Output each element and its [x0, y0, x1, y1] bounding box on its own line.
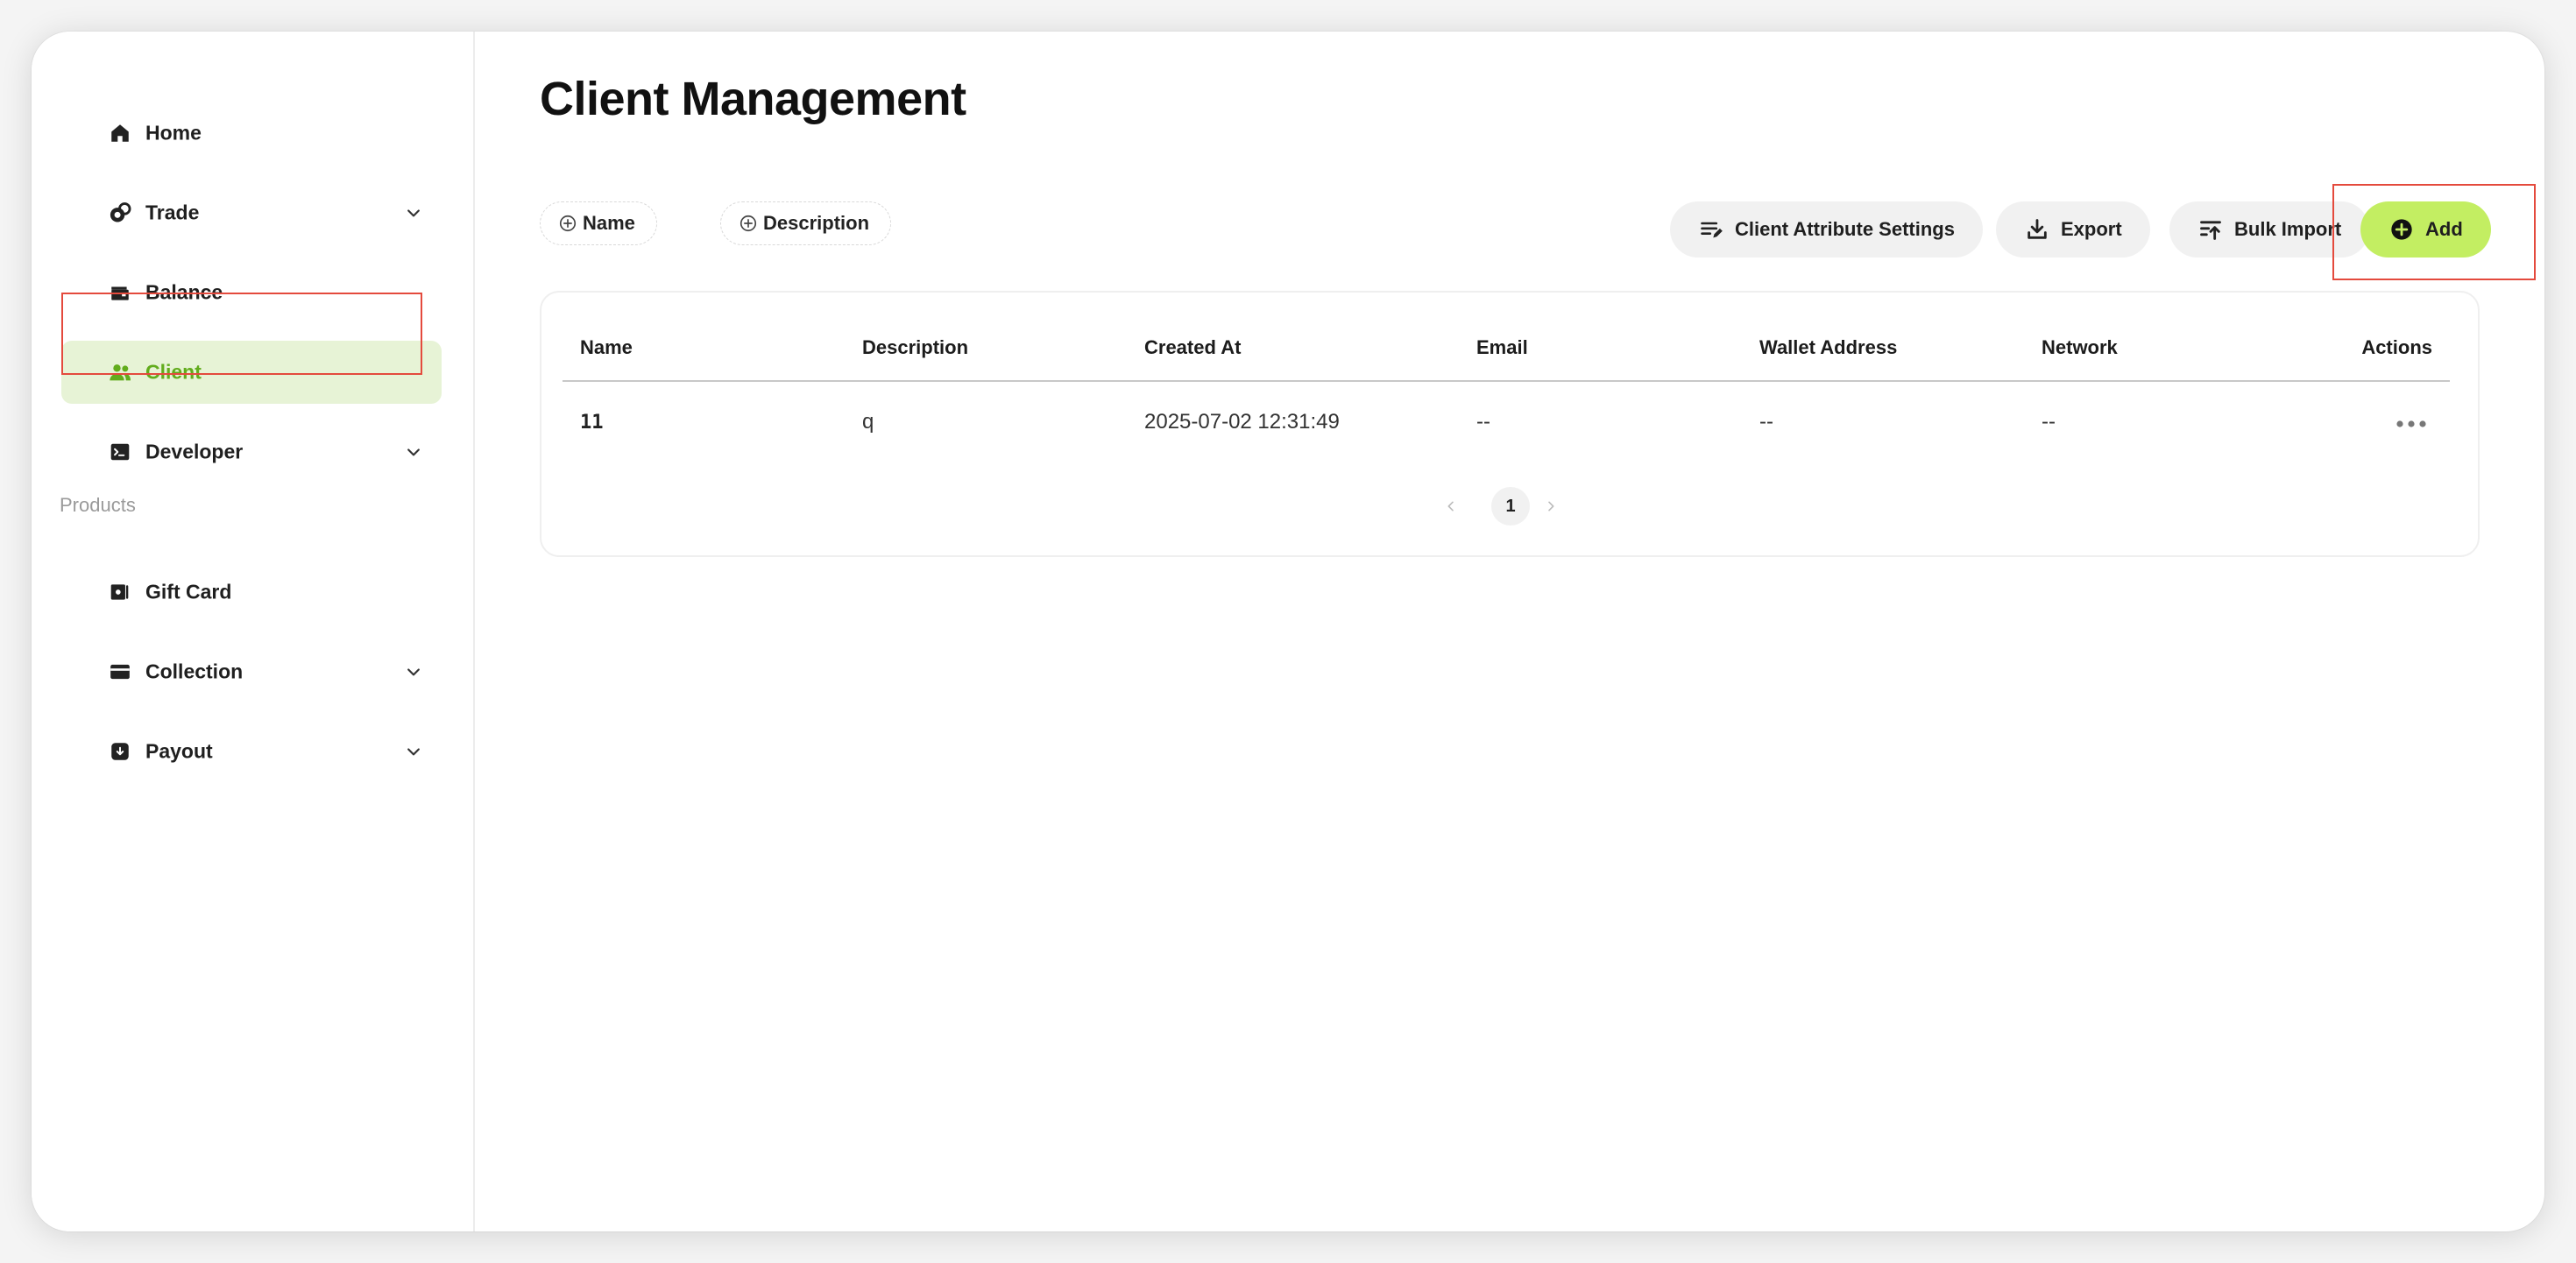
cell-wallet-address: -- — [1759, 410, 1773, 434]
chevron-down-icon — [401, 739, 426, 764]
sidebar-item-balance[interactable]: Balance — [61, 261, 442, 324]
chevron-left-icon[interactable] — [1440, 496, 1461, 517]
export-button[interactable]: Export — [1996, 201, 2150, 258]
plus-circle-icon — [558, 214, 577, 233]
name-filter-chip[interactable]: Name — [540, 201, 657, 245]
plus-circle-icon — [739, 214, 758, 233]
list-edit-icon — [1698, 216, 1724, 243]
column-header-email: Email — [1476, 336, 1528, 358]
table-header: Name Description Created At Email Wallet… — [563, 328, 2450, 382]
sidebar-item-home[interactable]: Home — [61, 102, 442, 165]
cell-description: q — [862, 410, 874, 434]
add-label: Add — [2425, 218, 2463, 240]
app-window: Home Trade Balance Client Developer Prod… — [32, 32, 2544, 1231]
sidebar-item-trade[interactable]: Trade — [61, 181, 442, 244]
sidebar-item-label: Balance — [145, 280, 223, 304]
upload-list-icon — [2197, 216, 2224, 243]
cell-created-at: 2025-07-02 12:31:49 — [1144, 410, 1340, 434]
cell-email: -- — [1476, 410, 1490, 434]
column-header-actions: Actions — [2361, 336, 2432, 358]
cell-network: -- — [2042, 410, 2056, 434]
plus-circle-filled-icon — [2388, 216, 2415, 243]
wallet-icon — [107, 279, 133, 306]
sidebar-item-payout[interactable]: Payout — [61, 720, 442, 783]
sidebar-item-label: Trade — [145, 201, 200, 224]
sidebar-item-label: Gift Card — [145, 580, 232, 603]
name-filter-label: Name — [583, 212, 635, 234]
cell-name: 11 — [580, 412, 604, 434]
client-attribute-settings-label: Client Attribute Settings — [1735, 218, 1955, 240]
sidebar-item-label: Developer — [145, 440, 244, 463]
description-filter-label: Description — [763, 212, 870, 234]
chevron-down-icon — [401, 201, 426, 225]
download-icon — [2024, 216, 2050, 243]
bulk-import-button[interactable]: Bulk Import — [2169, 201, 2370, 258]
column-header-wallet-address: Wallet Address — [1759, 336, 1898, 358]
description-filter-chip[interactable]: Description — [720, 201, 892, 245]
sidebar: Home Trade Balance Client Developer Prod… — [32, 32, 475, 1231]
sidebar-item-label: Client — [145, 360, 202, 384]
more-actions-icon[interactable] — [2392, 413, 2431, 434]
table-row[interactable]: 11 q 2025-07-02 12:31:49 -- -- -- — [563, 384, 2450, 464]
page-title: Client Management — [540, 73, 966, 125]
column-header-description: Description — [862, 336, 969, 358]
home-icon — [107, 120, 133, 146]
chevron-down-icon — [401, 660, 426, 684]
sidebar-item-label: Collection — [145, 660, 244, 683]
bulk-import-label: Bulk Import — [2234, 218, 2342, 240]
add-button[interactable]: Add — [2360, 201, 2491, 258]
page-number-button[interactable]: 1 — [1491, 487, 1530, 526]
gift-card-icon — [107, 579, 133, 605]
users-icon — [107, 359, 133, 385]
sidebar-item-gift-card[interactable]: Gift Card — [61, 561, 442, 624]
column-header-network: Network — [2042, 336, 2118, 358]
payout-icon — [107, 738, 133, 765]
sidebar-item-label: Payout — [145, 739, 213, 763]
column-header-name: Name — [580, 336, 633, 358]
main-content: Client Management Name Description Clien… — [475, 32, 2544, 1231]
chevron-right-icon[interactable] — [1540, 496, 1561, 517]
client-attribute-settings-button[interactable]: Client Attribute Settings — [1670, 201, 1983, 258]
column-header-created-at: Created At — [1144, 336, 1242, 358]
sidebar-item-label: Home — [145, 121, 202, 145]
chevron-down-icon — [401, 440, 426, 464]
sidebar-item-developer[interactable]: Developer — [61, 420, 442, 483]
products-section-label: Products — [60, 494, 136, 516]
clients-table: Name Description Created At Email Wallet… — [540, 291, 2480, 557]
pagination: 1 — [541, 487, 2478, 526]
terminal-icon — [107, 439, 133, 465]
sidebar-item-client[interactable]: Client — [61, 341, 442, 404]
card-icon — [107, 659, 133, 685]
coins-icon — [107, 200, 133, 226]
export-label: Export — [2061, 218, 2122, 240]
sidebar-item-collection[interactable]: Collection — [61, 640, 442, 703]
